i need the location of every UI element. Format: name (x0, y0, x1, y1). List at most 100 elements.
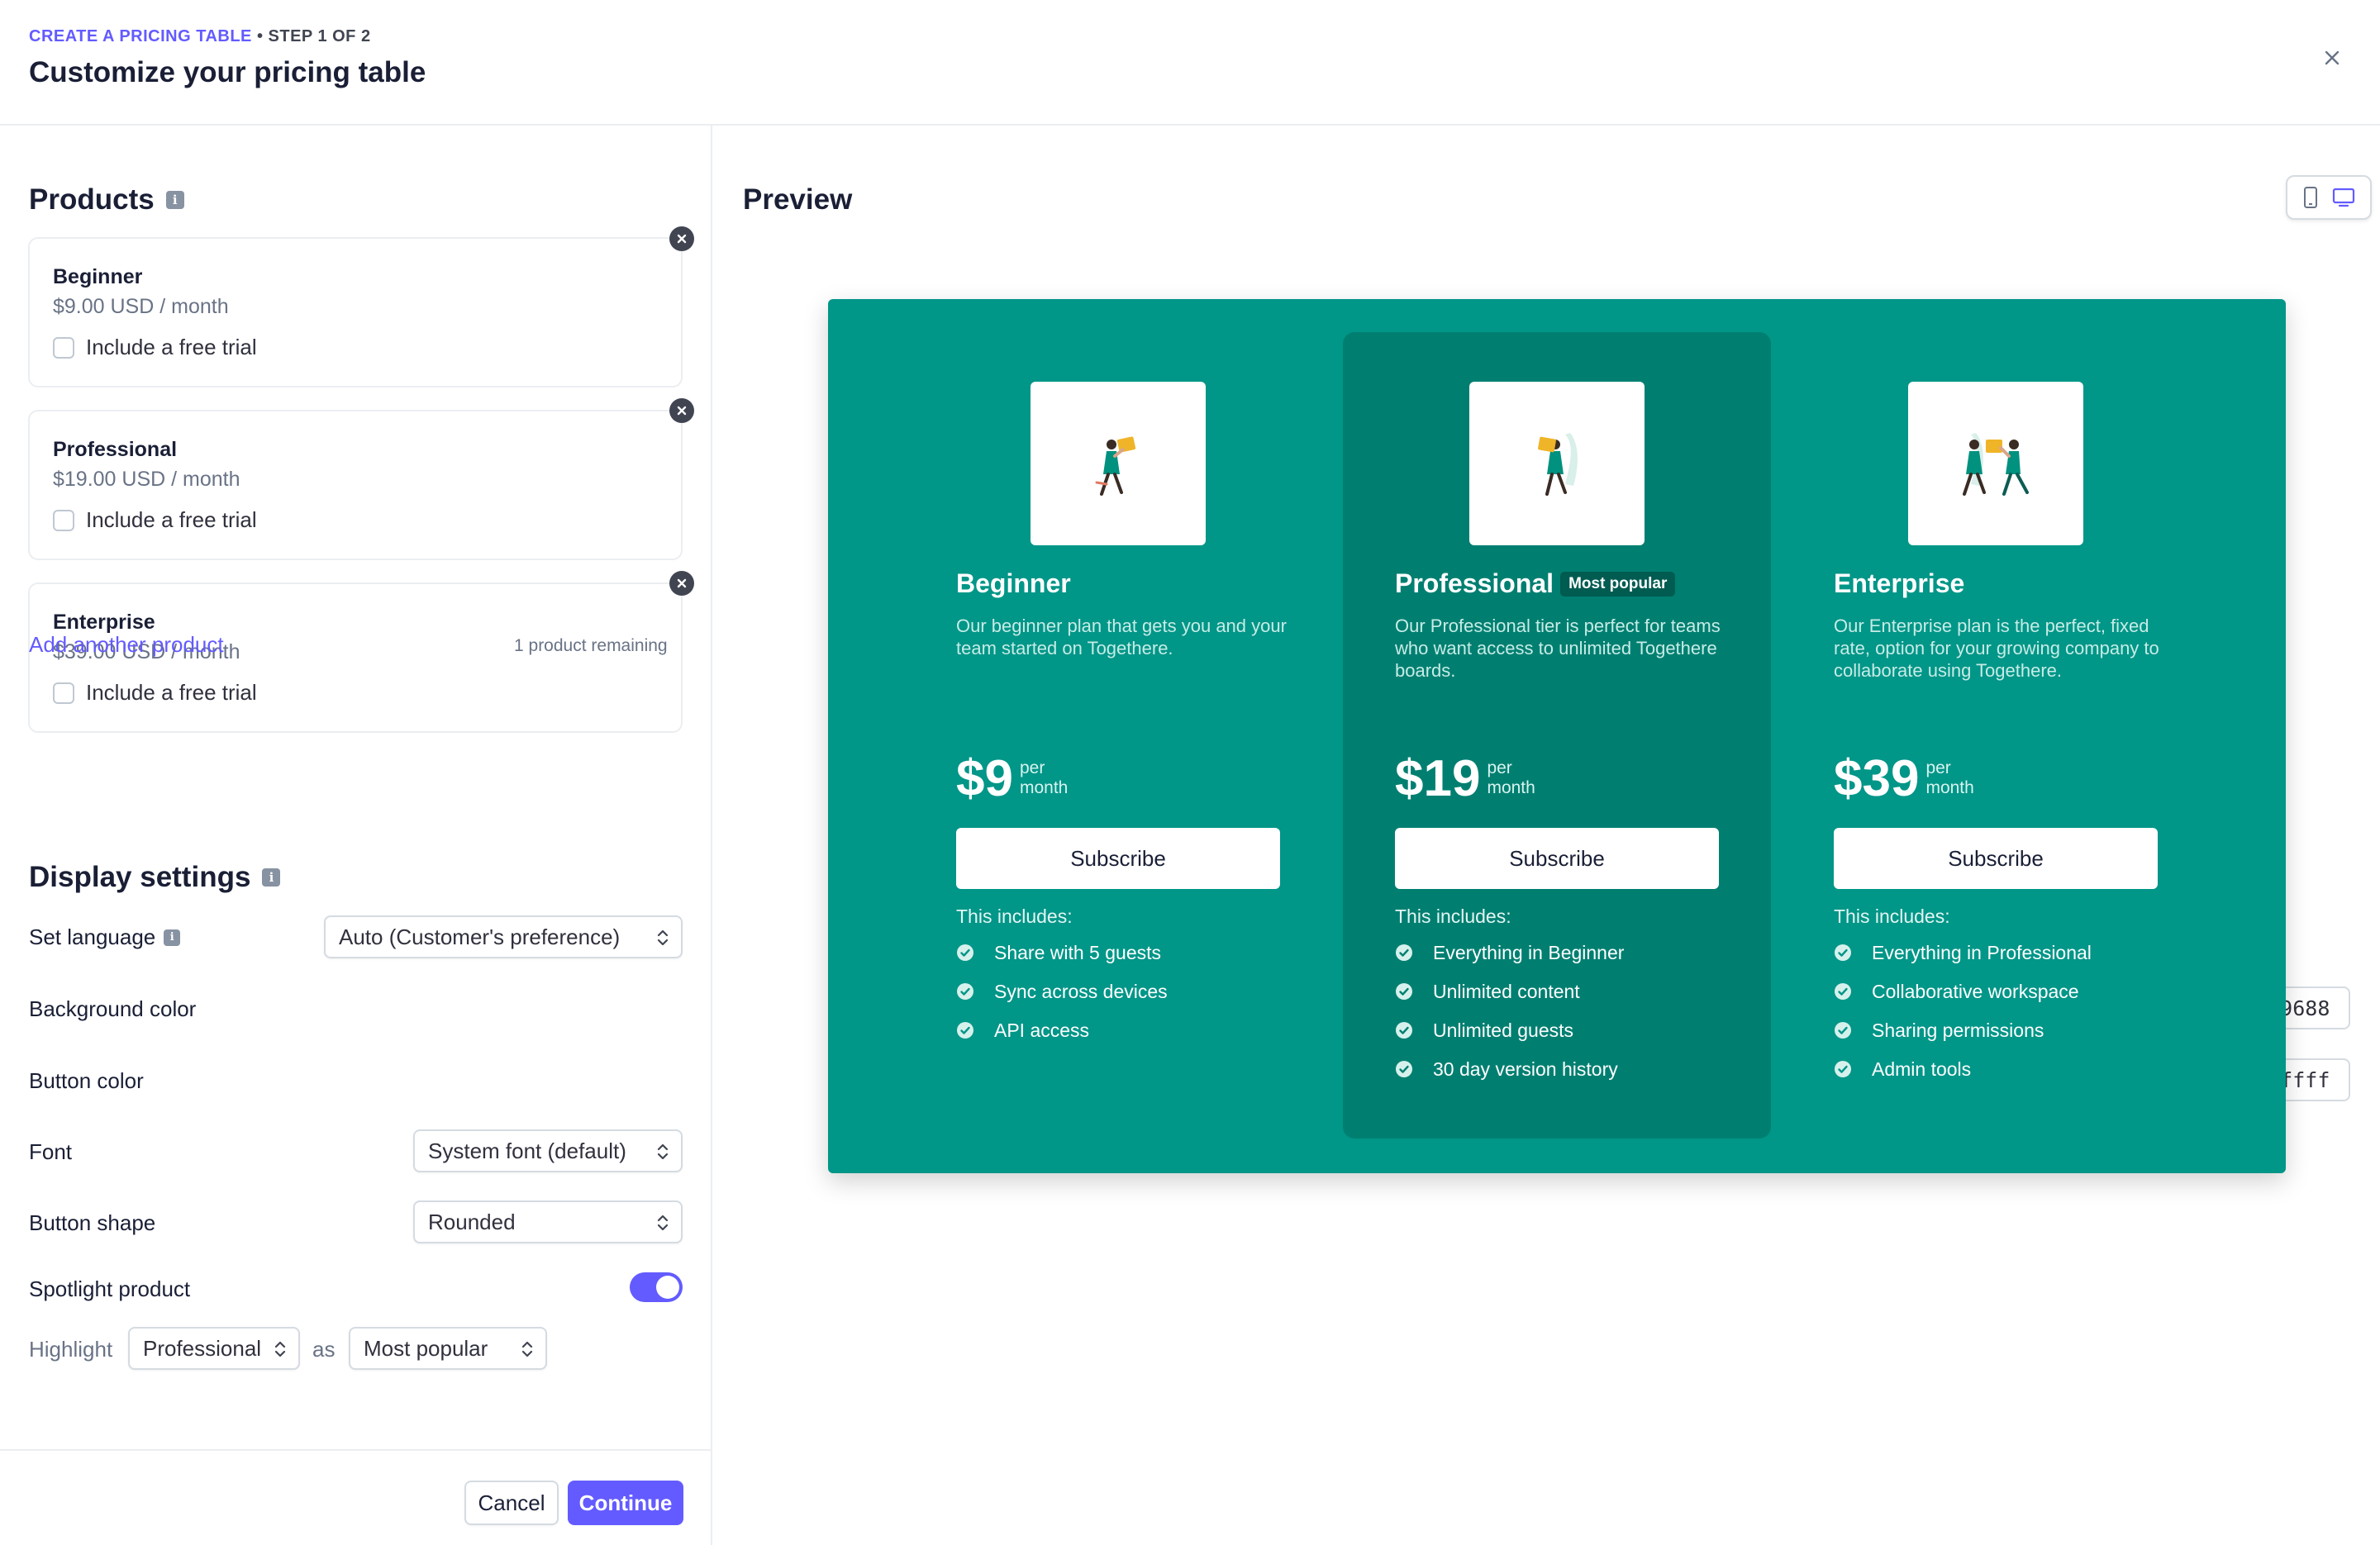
close-icon (677, 406, 687, 416)
highlight-tag-select[interactable]: Most popular (349, 1327, 547, 1370)
feature-item: Everything in Beginner (1395, 942, 1624, 981)
check-circle-icon (957, 944, 973, 961)
highlight-tag-value: Most popular (364, 1335, 488, 1361)
includes-label: This includes: (956, 906, 1073, 927)
feature-list: Share with 5 guests Sync across devices … (956, 942, 1168, 1058)
free-trial-label: Include a free trial (86, 680, 257, 705)
check-circle-icon (1396, 944, 1412, 961)
tier-description: Our beginner plan that gets you and your… (956, 616, 1287, 658)
background-color-label: Background color (29, 996, 197, 1021)
tier-name: Beginner (956, 568, 1071, 598)
info-icon[interactable]: i (165, 191, 184, 209)
chevron-up-down-icon (657, 929, 669, 946)
info-icon[interactable]: i (164, 929, 181, 946)
tier-description: Our Enterprise plan is the perfect, fixe… (1834, 616, 2159, 681)
mobile-view-button[interactable] (2302, 186, 2319, 209)
check-circle-icon (1396, 1022, 1412, 1039)
desktop-view-button[interactable] (2331, 187, 2356, 208)
language-label: Set language i (29, 925, 181, 950)
feature-item: Sharing permissions (1834, 1020, 2092, 1058)
includes-label: This includes: (1395, 906, 1511, 927)
tier-illustration (1031, 382, 1206, 545)
close-icon (2325, 50, 2340, 65)
tier-price: $19 per month (1395, 753, 1535, 805)
tier-price: $39 per month (1834, 753, 1974, 805)
step-link[interactable]: CREATE A PRICING TABLE (29, 27, 252, 45)
as-label: as (312, 1337, 336, 1362)
free-trial-option[interactable]: Include a free trial (53, 335, 257, 360)
highlight-label: Highlight (29, 1337, 113, 1362)
free-trial-option[interactable]: Include a free trial (53, 507, 257, 533)
step-indicator: CREATE A PRICING TABLE • STEP 1 OF 2 (29, 27, 371, 46)
products-heading: Products i (29, 183, 184, 216)
check-circle-icon (1835, 983, 1851, 1000)
tier-name: Enterprise (1834, 568, 1965, 598)
continue-button[interactable]: Continue (568, 1481, 683, 1525)
page-title: Customize your pricing table (29, 56, 426, 88)
toggle-knob (656, 1276, 679, 1299)
phone-icon (2303, 187, 2317, 208)
subscribe-button[interactable]: Subscribe (1395, 828, 1719, 889)
cancel-button[interactable]: Cancel (464, 1481, 559, 1525)
products-title: Products (29, 183, 155, 216)
free-trial-option[interactable]: Include a free trial (53, 680, 257, 706)
tier-illustration (1469, 382, 1645, 545)
remove-product-button[interactable] (669, 398, 694, 423)
products-remaining: 1 product remaining (514, 636, 668, 655)
product-price: $9.00 USD / month (53, 295, 229, 318)
close-icon (677, 578, 687, 588)
price-amount: $39 (1834, 750, 1920, 807)
person-carrying-box-illustration (1095, 436, 1136, 496)
price-amount: $9 (956, 750, 1013, 807)
price-interval: per month (1925, 758, 1974, 797)
tier-description: Our Professional tier is perfect for tea… (1395, 616, 1721, 681)
free-trial-checkbox[interactable] (53, 509, 74, 531)
display-settings-heading: Display settings i (29, 861, 281, 894)
modal-header: CREATE A PRICING TABLE • STEP 1 OF 2 Cus… (0, 0, 2380, 126)
check-circle-icon (1396, 1061, 1412, 1077)
tier-illustration (1908, 382, 2083, 545)
product-name: Professional (53, 438, 178, 461)
feature-item: Admin tools (1834, 1058, 2092, 1097)
chevron-up-down-icon (274, 1341, 286, 1357)
step-count: • STEP 1 OF 2 (251, 27, 371, 45)
close-button[interactable] (2317, 43, 2347, 73)
language-select[interactable]: Auto (Customer's preference) (324, 915, 683, 958)
highlight-product-select[interactable]: Professional (128, 1327, 300, 1370)
remove-product-button[interactable] (669, 571, 694, 596)
free-trial-checkbox[interactable] (53, 336, 74, 359)
preview-title: Preview (743, 183, 853, 216)
button-shape-label: Button shape (29, 1210, 156, 1235)
feature-item: Unlimited guests (1395, 1020, 1624, 1058)
product-price: $19.00 USD / month (53, 468, 240, 491)
feature-item: API access (956, 1020, 1168, 1058)
feature-item: Collaborative workspace (1834, 981, 2092, 1020)
subscribe-button[interactable]: Subscribe (1834, 828, 2158, 889)
free-trial-label: Include a free trial (86, 335, 257, 359)
person-holding-box-illustration (1538, 433, 1578, 496)
spotlight-toggle[interactable] (630, 1272, 683, 1302)
price-interval: per month (1487, 758, 1535, 797)
most-popular-badge: Most popular (1560, 571, 1676, 597)
font-select[interactable]: System font (default) (413, 1129, 683, 1172)
highlight-product-value: Professional (143, 1335, 262, 1361)
add-product-link[interactable]: Add another product (29, 632, 224, 658)
remove-product-button[interactable] (669, 226, 694, 251)
button-color-label: Button color (29, 1068, 144, 1093)
language-label-text: Set language (29, 925, 156, 949)
display-settings-title: Display settings (29, 861, 251, 893)
feature-list: Everything in Beginner Unlimited content… (1395, 942, 1624, 1097)
button-shape-select[interactable]: Rounded (413, 1200, 683, 1243)
desktop-icon (2332, 188, 2354, 207)
check-circle-icon (957, 983, 973, 1000)
info-icon[interactable]: i (262, 868, 281, 887)
chevron-up-down-icon (521, 1341, 533, 1357)
includes-label: This includes: (1834, 906, 1950, 927)
product-card-enterprise: Enterprise $39.00 USD / month Include a … (28, 582, 683, 733)
language-value: Auto (Customer's preference) (339, 924, 621, 949)
subscribe-button[interactable]: Subscribe (956, 828, 1280, 889)
product-name: Beginner (53, 265, 143, 288)
check-circle-icon (1835, 944, 1851, 961)
free-trial-checkbox[interactable] (53, 682, 74, 704)
feature-list: Everything in Professional Collaborative… (1834, 942, 2092, 1097)
